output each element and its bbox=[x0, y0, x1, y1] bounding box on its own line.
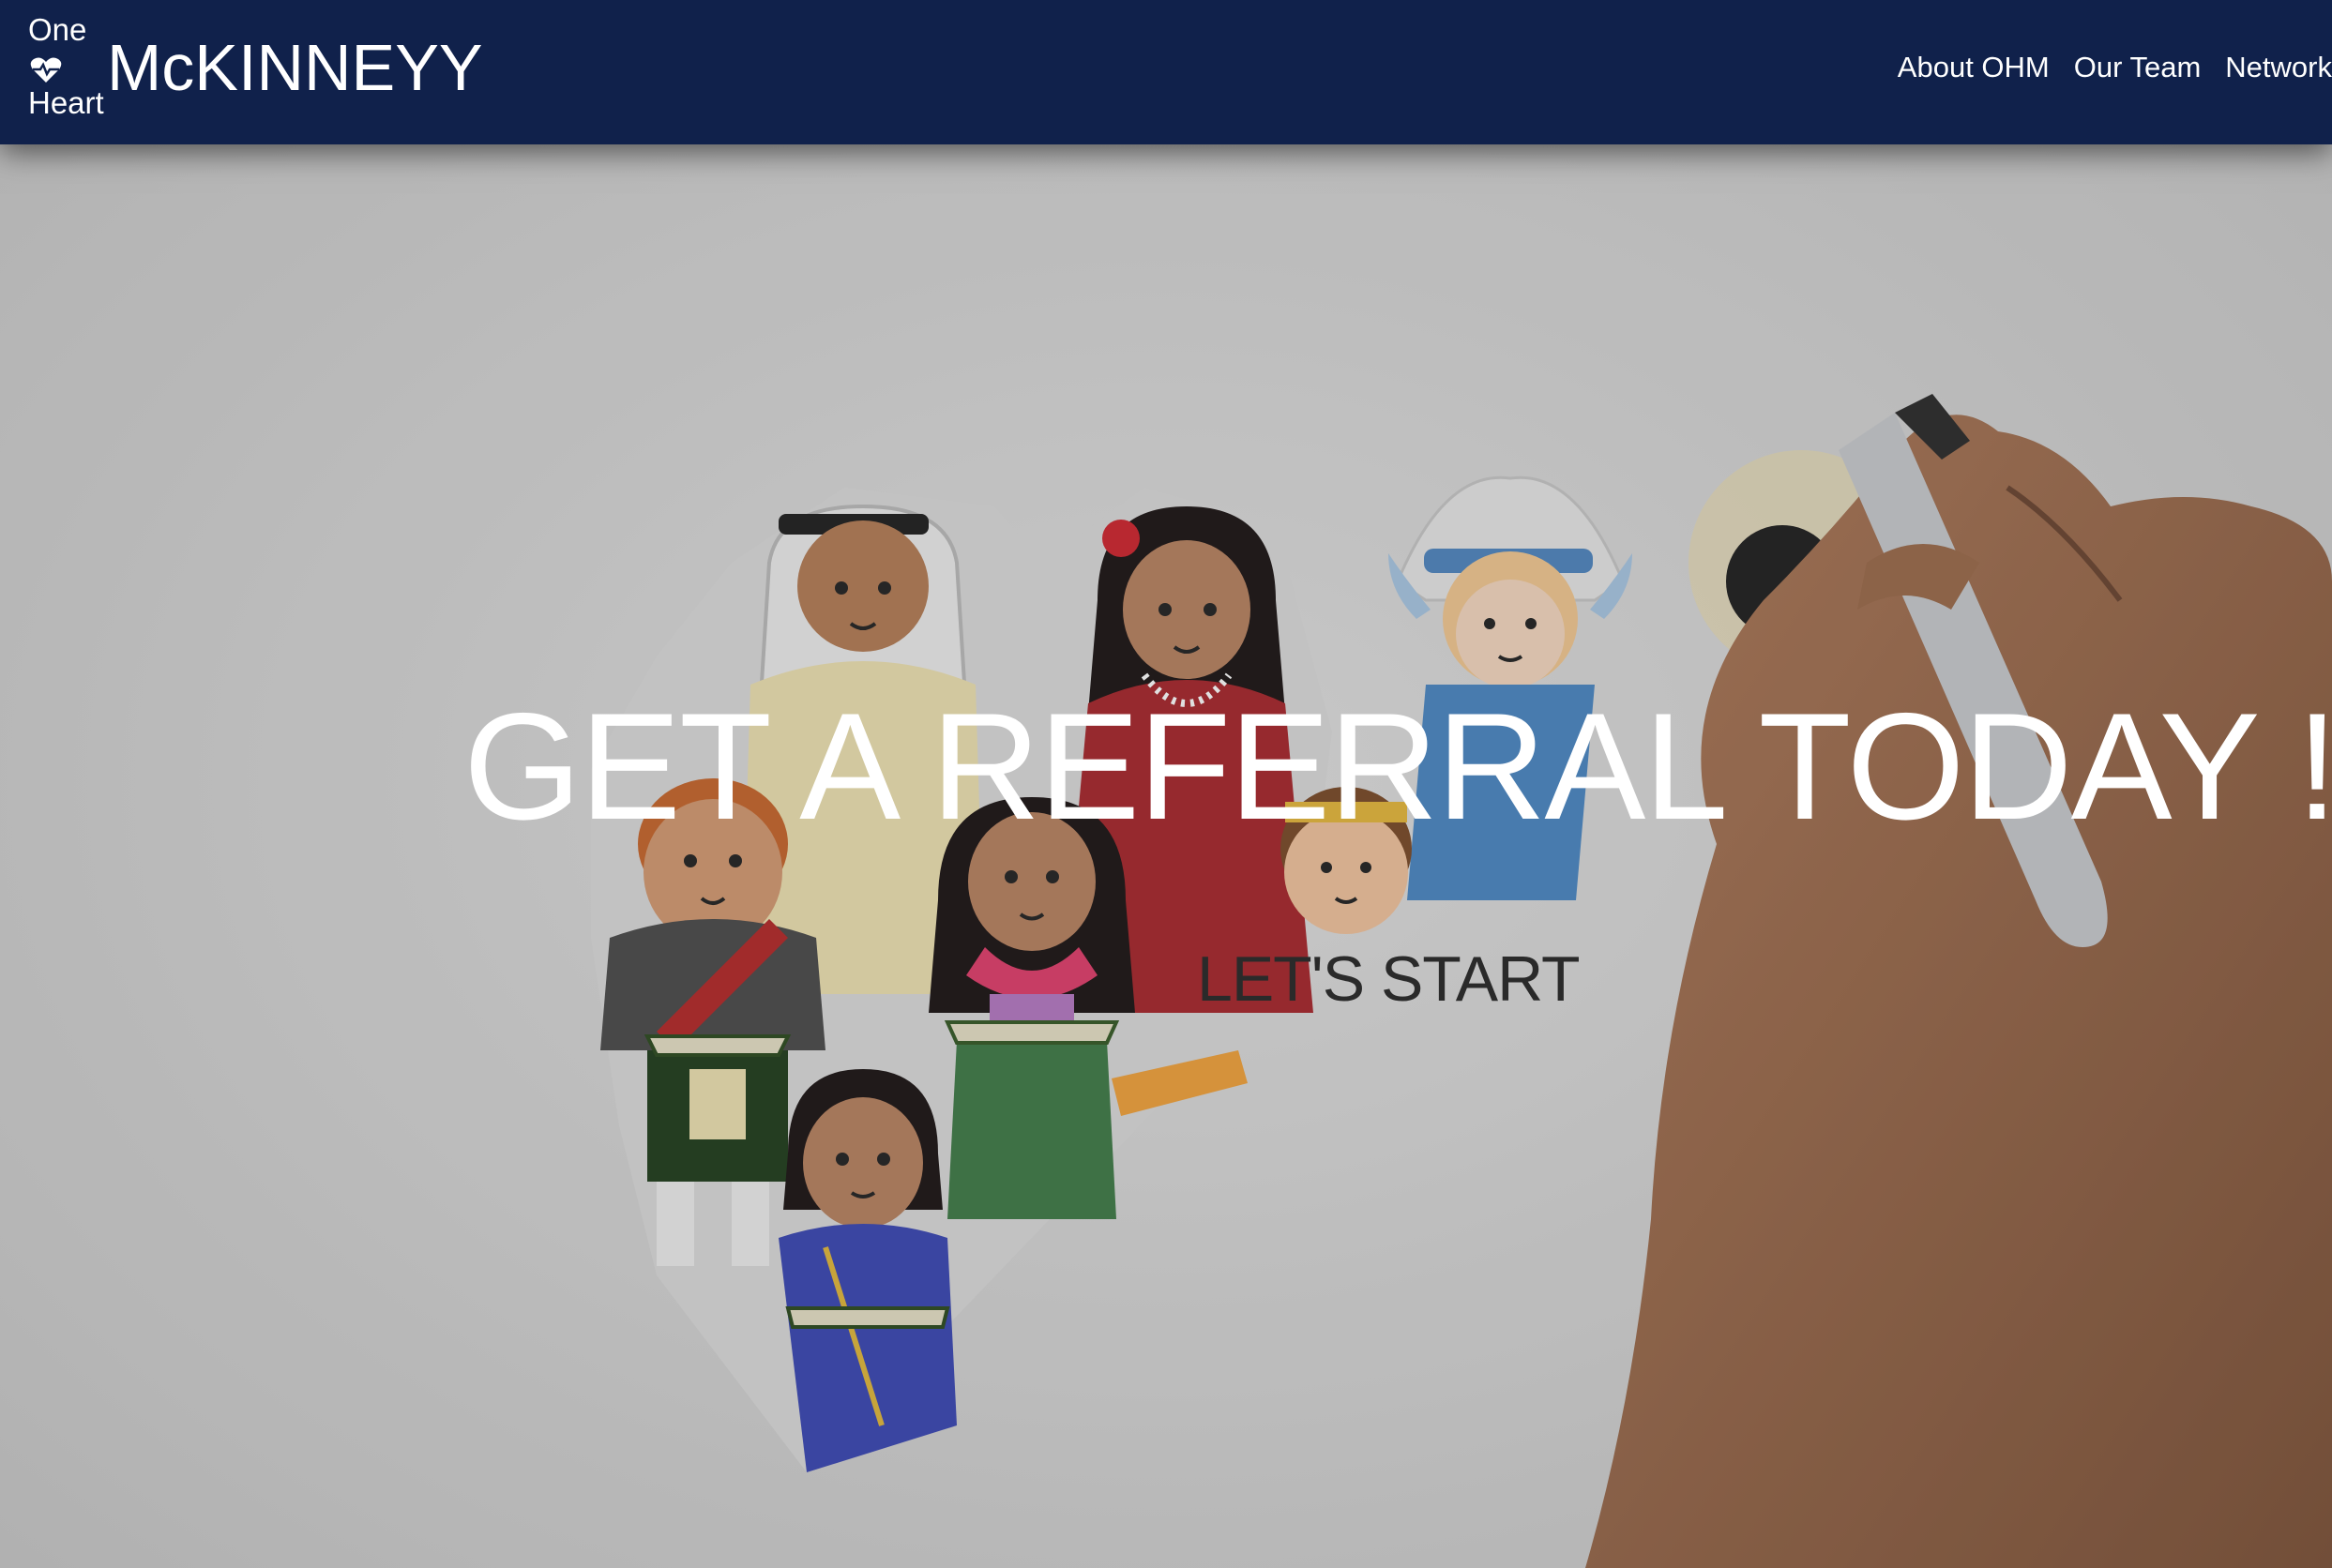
main-nav: About OHM Our Team Network bbox=[1898, 49, 2332, 86]
lets-start-button[interactable]: LET'S START bbox=[1197, 942, 1581, 1017]
nav-link-our-team[interactable]: Our Team bbox=[2074, 49, 2202, 86]
heart-pulse-icon bbox=[30, 57, 62, 83]
brand-line-one: One bbox=[28, 12, 87, 47]
brand-name: McKINNEYY bbox=[107, 31, 483, 104]
hero-section: GET A REFERRAL TODAY ! LET'S START bbox=[0, 0, 2332, 1568]
nav-link-about-ohm[interactable]: About OHM bbox=[1898, 49, 2050, 86]
nav-link-network[interactable]: Network bbox=[2225, 49, 2332, 86]
navbar: One Heart McKINNEYY About OHM Our Team N… bbox=[0, 0, 2332, 144]
brand-line-two: Heart bbox=[28, 85, 104, 120]
page: GET A REFERRAL TODAY ! LET'S START One H… bbox=[0, 0, 2332, 1568]
hero-headline: GET A REFERRAL TODAY ! bbox=[463, 682, 2332, 852]
